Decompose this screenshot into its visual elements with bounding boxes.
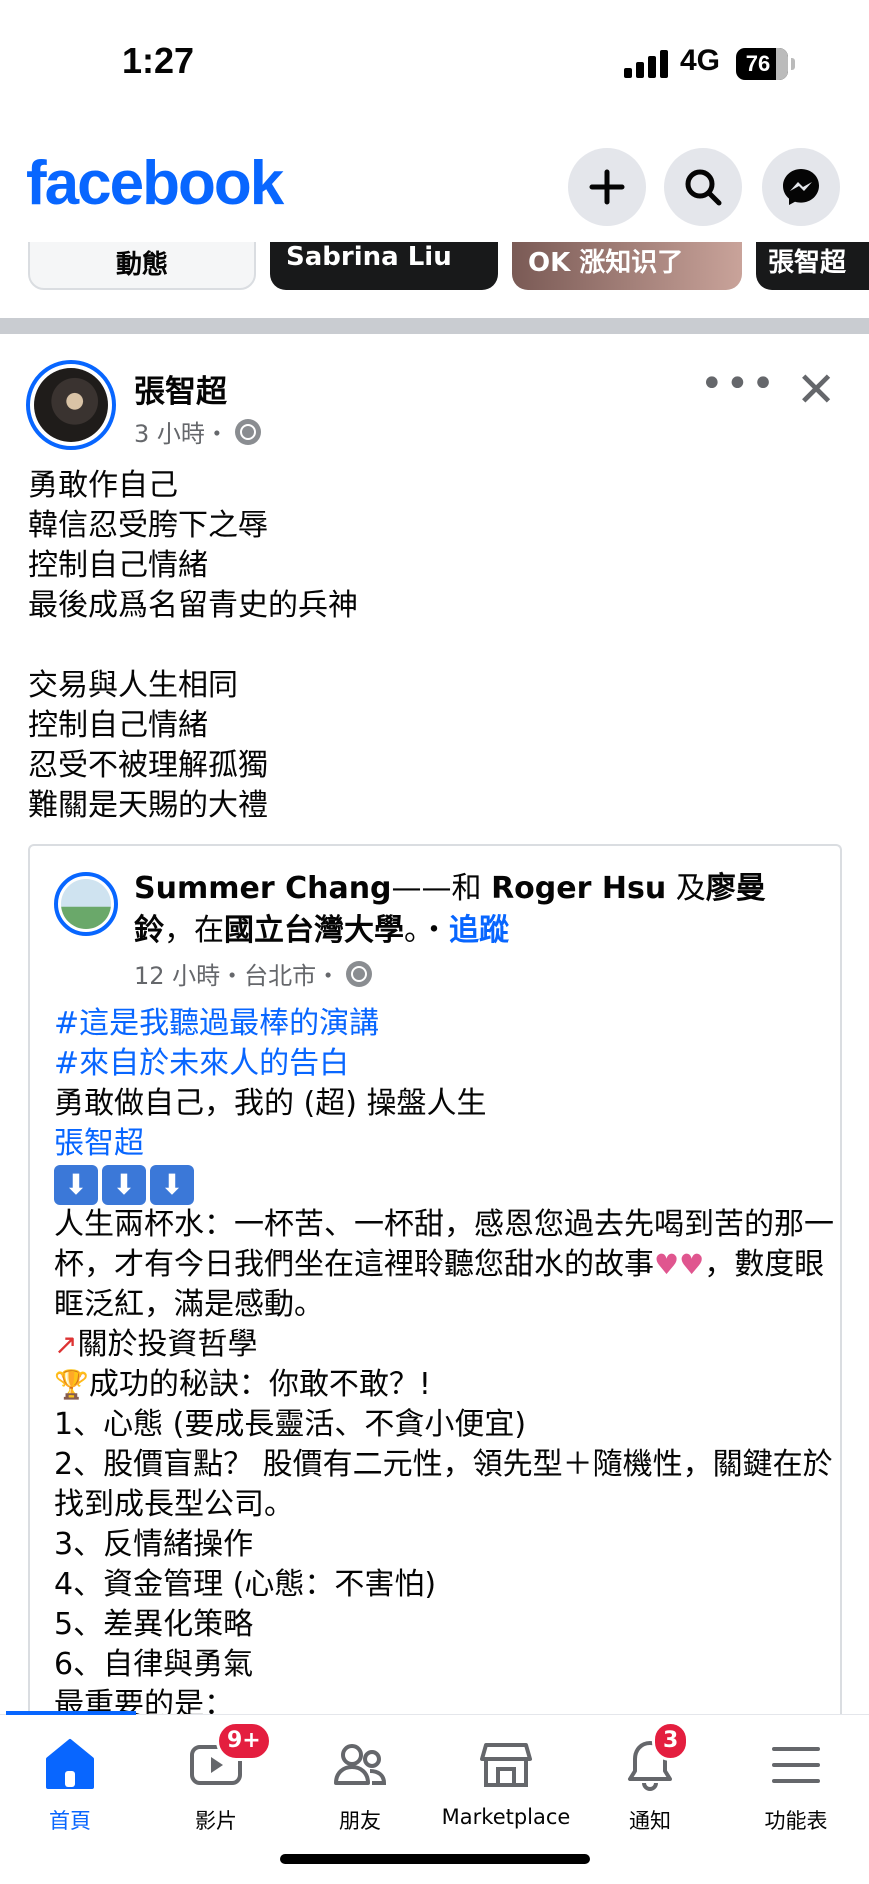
- shared-post-title: Summer Chang——和 Roger Hsu 及廖曼鈴，在國立台灣大學。・…: [134, 868, 814, 952]
- status-bar: 1:27 4G 76: [0, 0, 869, 120]
- stories-strip[interactable]: 動態 Sabrina Liu OK 涨知识了 張智超: [0, 242, 869, 290]
- nav-label: 影片: [195, 1809, 237, 1833]
- story-tab-feed[interactable]: 動態: [28, 242, 256, 290]
- down-arrow-icon: ⬇: [150, 1164, 194, 1205]
- shared-time: 12 小時・台北市・: [134, 962, 341, 990]
- hashtag-link[interactable]: #這是我聽過最棒的演講: [54, 1004, 834, 1044]
- list-item: 4、資金管理 (心態：不害怕): [54, 1566, 437, 1602]
- globe-icon: [346, 960, 373, 987]
- nav-friends[interactable]: 朋友: [290, 1735, 430, 1855]
- search-button[interactable]: [664, 148, 742, 226]
- facebook-logo[interactable]: facebook: [26, 148, 284, 219]
- status-time: 1:27: [122, 40, 195, 81]
- list-item: 3、反情緒操作: [54, 1526, 254, 1562]
- post-meta: 3 小時・: [134, 414, 261, 449]
- battery-level: 76: [745, 51, 771, 76]
- nav-menu[interactable]: 功能表: [726, 1735, 866, 1855]
- post-header: 張智超 3 小時・ ••• ✕: [0, 360, 869, 450]
- nav-label: 功能表: [764, 1809, 828, 1833]
- messenger-icon: [783, 169, 819, 205]
- battery-tip: [791, 58, 795, 70]
- shared-author-avatar[interactable]: [54, 872, 118, 936]
- tagged-user-1[interactable]: Roger Hsu: [491, 871, 666, 906]
- search-icon: [685, 169, 722, 206]
- shared-dash: ——和: [391, 871, 492, 906]
- shared-post-text: #這是我聽過最棒的演講 #來自於未來人的告白 勇敢做自己，我的 (超) 操盤人生…: [54, 1004, 834, 1725]
- nav-notifications[interactable]: 3 通知: [580, 1721, 720, 1855]
- arrow-emojis: ⬇ ⬇ ⬇: [54, 1164, 834, 1205]
- post-line: 勇敢作自己: [28, 468, 178, 503]
- notification-badge: 3: [652, 1721, 690, 1761]
- shared-at: ，在: [164, 913, 224, 948]
- home-icon: [46, 1739, 94, 1789]
- home-indicator: [280, 1854, 590, 1864]
- trophy-icon: 🏆: [54, 1367, 89, 1401]
- chart-icon: ↗: [54, 1327, 78, 1361]
- plus-icon: [589, 169, 625, 205]
- shared-and: 及: [666, 871, 706, 906]
- list-item: 2、股價盲點？ 股價有二元性，領先型＋隨機性，關鍵在於找到成長型公司。: [54, 1446, 833, 1522]
- list-item: 6、自律與勇氣: [54, 1646, 254, 1682]
- nav-label: 首頁: [49, 1809, 91, 1833]
- author-avatar[interactable]: [26, 360, 116, 450]
- nav-home[interactable]: 首頁: [0, 1735, 140, 1855]
- messenger-button[interactable]: [762, 148, 840, 226]
- network-type: 4G: [680, 44, 721, 77]
- shared-post-card[interactable]: Summer Chang——和 Roger Hsu 及廖曼鈴，在國立台灣大學。・…: [28, 844, 842, 1744]
- more-options-icon[interactable]: •••: [700, 364, 777, 404]
- mention-link[interactable]: 張智超: [54, 1124, 834, 1164]
- story-zhang[interactable]: 張智超: [756, 242, 869, 290]
- follow-link[interactable]: 追蹤: [449, 913, 509, 948]
- nav-video[interactable]: 9+ 影片: [146, 1721, 286, 1855]
- post-line: 難關是天賜的大禮: [28, 788, 268, 823]
- post-line: 交易與人生相同: [28, 668, 238, 703]
- feed-divider: [0, 318, 869, 334]
- hearts-icon: ♥♥: [654, 1247, 705, 1281]
- shared-item: 🏆成功的秘訣：你敢不敢？!: [54, 1365, 834, 1405]
- nav-label: Marketplace: [441, 1805, 571, 1829]
- globe-icon: [234, 418, 261, 445]
- down-arrow-icon: ⬇: [102, 1164, 146, 1205]
- item-text: 成功的秘訣：你敢不敢？!: [88, 1366, 431, 1402]
- app-header: facebook: [0, 130, 869, 240]
- list-item: 5、差異化策略: [54, 1606, 254, 1642]
- video-badge: 9+: [216, 1721, 272, 1761]
- list-item: 1、心態 (要成長靈活、不貪小便宜): [54, 1406, 527, 1442]
- shared-location[interactable]: 國立台灣大學: [224, 913, 404, 948]
- close-icon[interactable]: ✕: [796, 362, 836, 418]
- post-line: [28, 626, 848, 666]
- active-tab-indicator: [6, 1711, 136, 1715]
- nav-label: 通知: [629, 1809, 671, 1833]
- marketplace-icon: [480, 1743, 532, 1787]
- post-time: 3 小時・: [134, 420, 229, 448]
- nav-marketplace[interactable]: Marketplace: [436, 1735, 576, 1855]
- post-line: 最後成爲名留青史的兵神: [28, 588, 358, 623]
- shared-item: ↗關於投資哲學: [54, 1325, 834, 1365]
- down-arrow-icon: ⬇: [54, 1164, 98, 1205]
- battery-icon: 76: [736, 48, 788, 80]
- shared-meta: 12 小時・台北市・: [134, 956, 373, 991]
- story-ok[interactable]: OK 涨知识了: [512, 242, 742, 290]
- post-text: 勇敢作自己 韓信忍受胯下之辱 控制自己情緒 最後成爲名留青史的兵神 交易與人生相…: [28, 466, 848, 826]
- signal-icon: [624, 50, 668, 78]
- post-line: 忍受不被理解孤獨: [28, 748, 268, 783]
- post-author[interactable]: 張智超: [134, 366, 227, 411]
- shared-line: 勇敢做自己，我的 (超) 操盤人生: [54, 1086, 487, 1121]
- item-text: 關於投資哲學: [77, 1326, 258, 1362]
- story-sabrina[interactable]: Sabrina Liu: [270, 242, 498, 290]
- create-button[interactable]: [568, 148, 646, 226]
- menu-icon: [772, 1747, 820, 1783]
- shared-paragraph: 人生兩杯水：一杯苦、一杯甜，感恩您過去先喝到苦的那一杯，才有今日我們坐在這裡聆聽…: [54, 1205, 834, 1325]
- shared-author[interactable]: Summer Chang: [134, 871, 392, 906]
- post-line: 控制自己情緒: [28, 548, 208, 583]
- hashtag-link[interactable]: #來自於未來人的告白: [54, 1044, 834, 1084]
- post-line: 控制自己情緒: [28, 708, 208, 743]
- nav-label: 朋友: [339, 1809, 381, 1833]
- shared-period: 。・: [404, 913, 449, 948]
- friends-icon: [334, 1744, 387, 1785]
- post-line: 韓信忍受胯下之辱: [28, 508, 268, 543]
